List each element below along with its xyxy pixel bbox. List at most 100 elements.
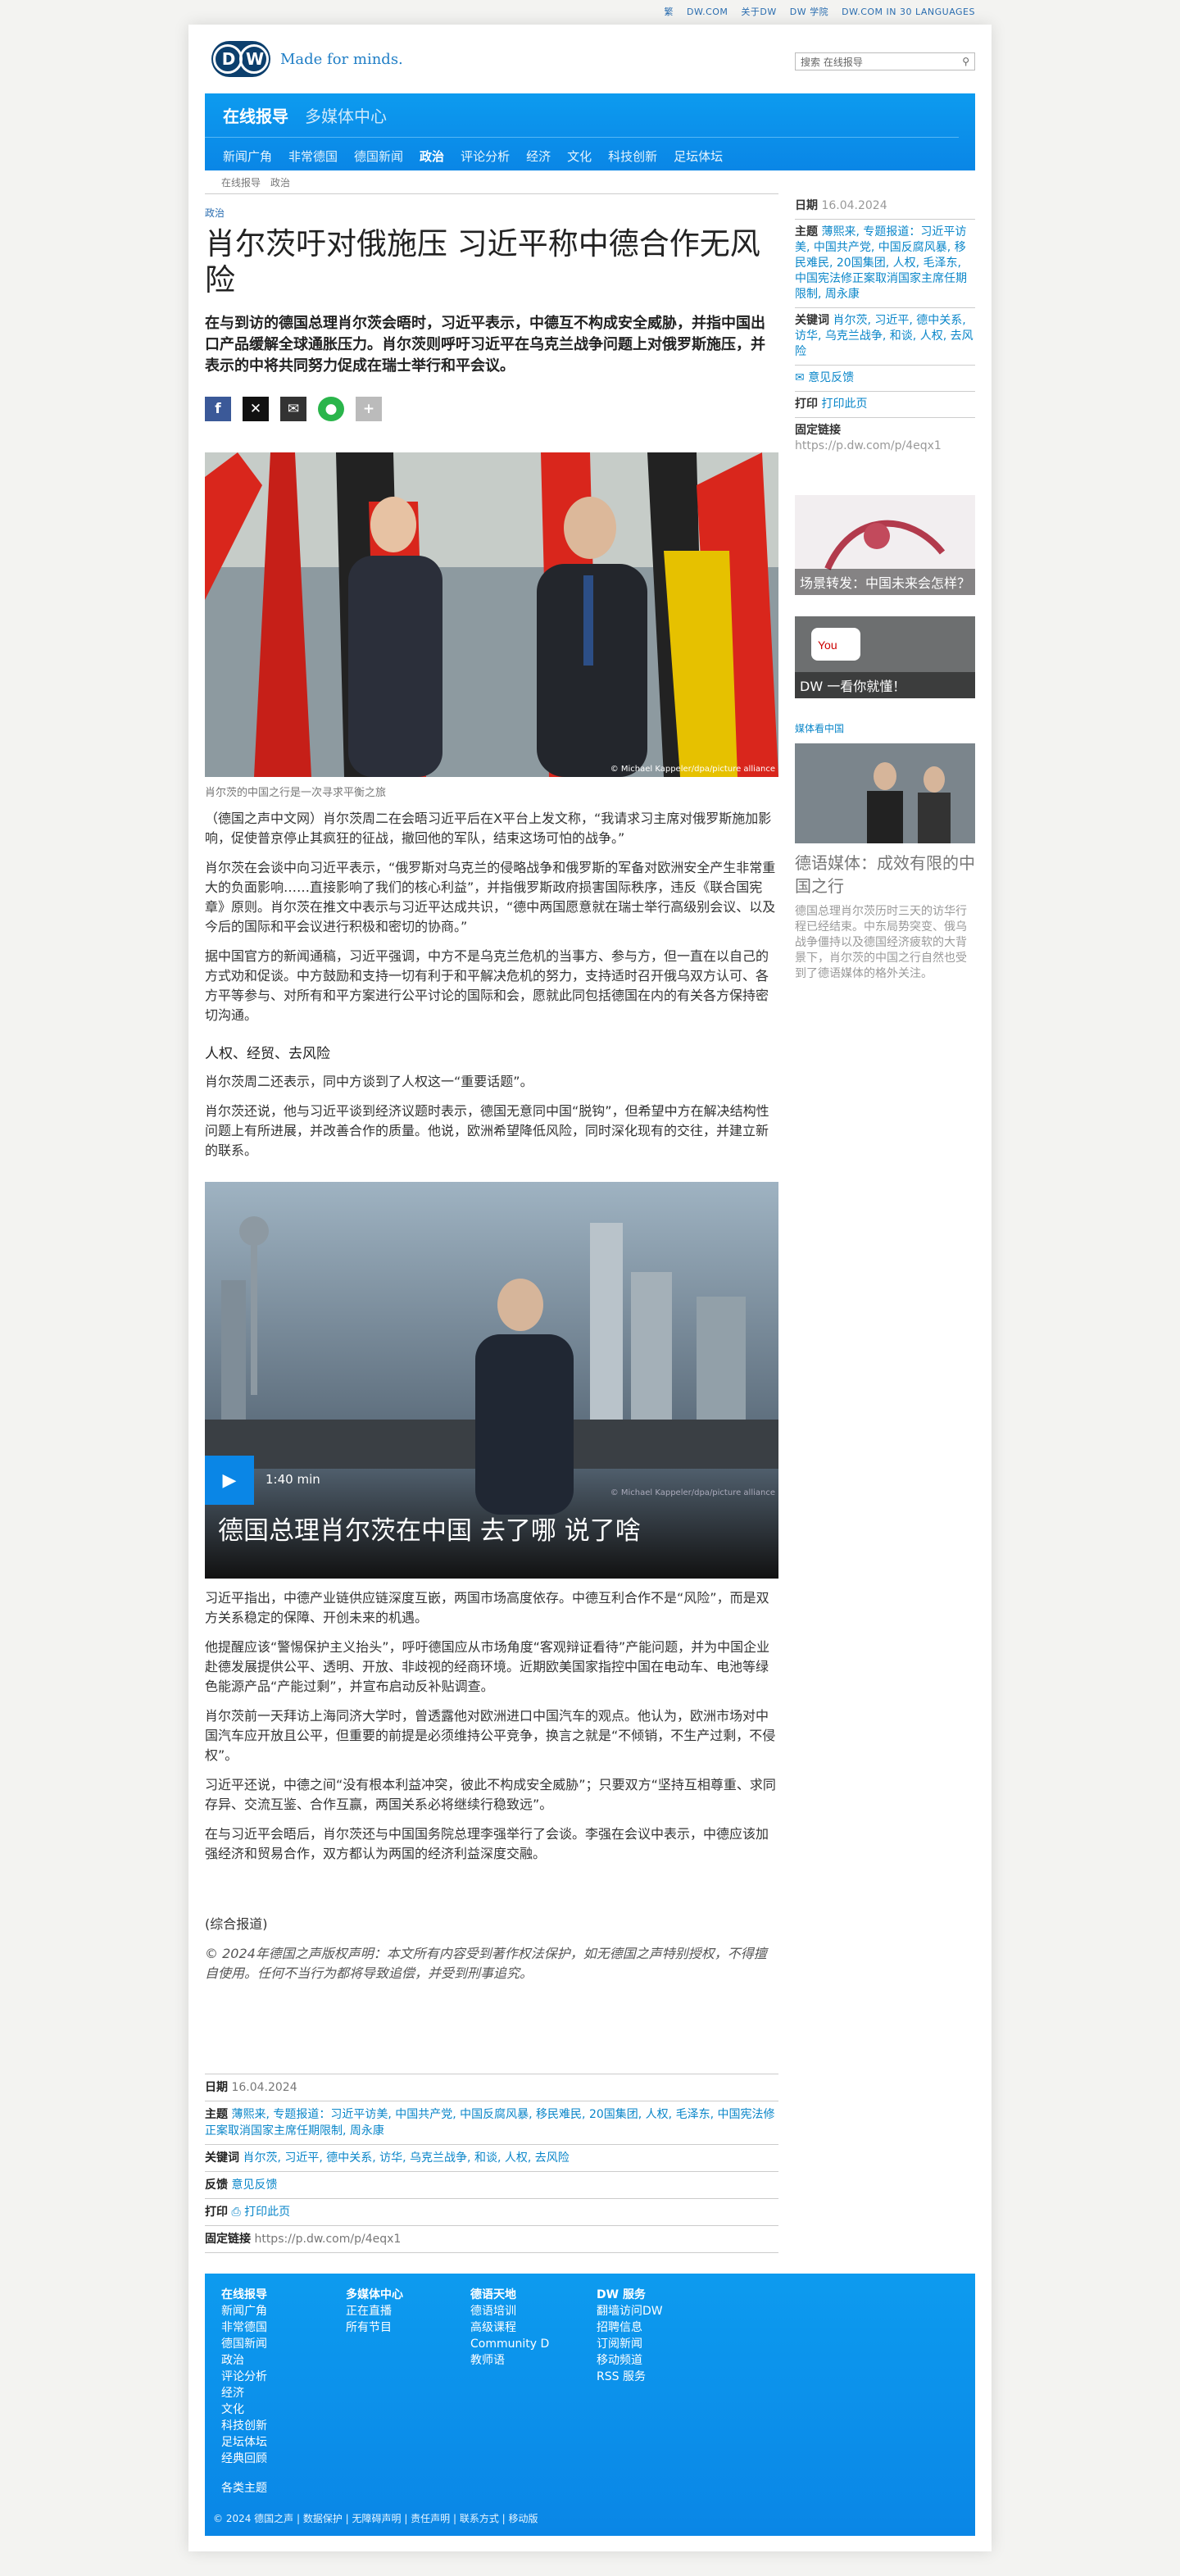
footer-link[interactable]: 新闻广角: [221, 2303, 267, 2319]
footer-link[interactable]: 非常德国: [221, 2319, 267, 2336]
nav-multimedia[interactable]: 多媒体中心: [305, 103, 387, 127]
article-kicker[interactable]: 政治: [205, 206, 778, 220]
sidebar-permalink[interactable]: https://p.dw.com/p/4eqx1: [795, 439, 942, 452]
paragraph: 肖尔茨还说，他与习近平谈到经济议题时表示，德国无意同中国“脱钩”，但希望中方在解…: [205, 1103, 769, 1158]
footer-link[interactable]: 文化: [221, 2401, 267, 2418]
dw-logo[interactable]: DW Made for minds.: [211, 41, 403, 77]
article-meta: 日期 16.04.2024 主题 薄熙来, 专题报道：习近平访美, 中国共产党,…: [205, 2074, 778, 2253]
paragraph: 肖尔茨前一天拜访上海同济大学时，曾透露他对欧洲进口中国汽车的观点。他认为，欧洲市…: [205, 1708, 776, 1763]
email-icon[interactable]: ✉: [280, 397, 306, 421]
footer-link[interactable]: 招聘信息: [597, 2319, 663, 2336]
more-share-icon[interactable]: +: [356, 397, 382, 421]
paragraph: 据中国官方的新闻通稿，习近平强调，中方不是乌克兰危机的当事方、参与方，但一直在以…: [205, 948, 769, 1023]
footer-link[interactable]: Community D: [470, 2336, 549, 2352]
paragraph: 肖尔茨周二还表示，同中方谈到了人权这一“重要话题”。: [205, 1074, 533, 1089]
promo-label: 场景转发：中国未来会怎样？: [795, 569, 975, 595]
footer-heading[interactable]: 多媒体中心: [346, 2287, 403, 2303]
facebook-icon[interactable]: f: [205, 397, 231, 421]
copyright-notice: © 2024年德国之声版权声明：本文所有内容受到著作权法保护，如无德国之声特别授…: [205, 1946, 767, 1981]
search-icon[interactable]: ⚲: [962, 56, 969, 67]
topbar-dwcom-link[interactable]: DW.COM: [687, 7, 728, 17]
sidebar-print-link[interactable]: 打印此页: [821, 398, 867, 411]
top-utility-bar: 繁 DW.COM 关于DW DW 学院 DW.COM IN 30 LANGUAG…: [665, 0, 976, 23]
footer-link[interactable]: 经济: [221, 2385, 267, 2401]
footer-link[interactable]: 正在直播: [346, 2303, 403, 2319]
search-placeholder: 搜索 在线报导: [801, 56, 863, 68]
footer-heading[interactable]: 在线报导: [221, 2287, 267, 2303]
page-container: DW Made for minds. 搜索 在线报导 ⚲ 在线报导 多媒体中心 …: [188, 25, 992, 2551]
footer-link[interactable]: 高级课程: [470, 2319, 549, 2336]
footer-link[interactable]: 所有节目: [346, 2319, 403, 2336]
footer-more-topics[interactable]: 各类主题: [221, 2480, 267, 2496]
footer-link[interactable]: 订阅新闻: [597, 2336, 663, 2352]
topbar-academy-link[interactable]: DW 学院: [790, 5, 828, 18]
footer-link[interactable]: 经典回顾: [221, 2451, 267, 2467]
nav-item-science[interactable]: 科技创新: [608, 148, 657, 165]
footer-link[interactable]: 政治: [221, 2352, 267, 2369]
breadcrumb: 在线报导 政治: [221, 175, 290, 189]
topbar-languages-link[interactable]: DW.COM IN 30 LANGUAGES: [842, 7, 975, 17]
sidebar-date: 16.04.2024: [821, 199, 887, 212]
article-title: 肖尔茨吁对俄施压 习近平称中德合作无风险: [205, 226, 760, 298]
nav-item-commentary[interactable]: 评论分析: [461, 148, 510, 165]
sidebar: 日期 16.04.2024 主题 薄熙来, 专题报道：习近平访美, 中国共产党,…: [795, 193, 975, 982]
site-footer: 在线报导 新闻广角 非常德国 德国新闻 政治 评论分析 经济 文化 科技创新 足…: [205, 2274, 975, 2536]
print-link[interactable]: 打印此页: [244, 2206, 290, 2219]
nav-item-sports[interactable]: 足坛体坛: [674, 148, 723, 165]
nav-item-germany[interactable]: 非常德国: [288, 148, 338, 165]
nav-item-culture[interactable]: 文化: [567, 148, 592, 165]
footer-link[interactable]: 评论分析: [221, 2369, 267, 2385]
footer-heading[interactable]: DW 服务: [597, 2287, 663, 2303]
permalink[interactable]: https://p.dw.com/p/4eqx1: [254, 2233, 401, 2246]
footer-link[interactable]: 德语培训: [470, 2303, 549, 2319]
footer-link[interactable]: 翻墙访问DW: [597, 2303, 663, 2319]
footer-copyright[interactable]: © 2024 德国之声 | 数据保护 | 无障碍声明 | 责任声明 | 联系方式…: [213, 2511, 538, 2525]
promo-thumb-youtube[interactable]: You DW 一看你就懂！: [795, 616, 975, 698]
keywords-links[interactable]: 肖尔茨, 习近平, 德中关系, 访华, 乌克兰战争, 和谈, 人权, 去风险: [243, 2151, 569, 2165]
nav-item-news[interactable]: 新闻广角: [223, 148, 272, 165]
article-lead: 在与到访的德国总理肖尔茨会晤时，习近平表示，中德互不构成安全威胁，并指中国出口产…: [205, 315, 765, 375]
topics-links[interactable]: 薄熙来, 专题报道：习近平访美, 中国共产党, 中国反腐风暴, 移民难民, 20…: [205, 2108, 774, 2138]
article: 政治 肖尔茨吁对俄施压 习近平称中德合作无风险 在与到访的德国总理肖尔茨会晤时，…: [205, 193, 778, 2253]
footer-col-multimedia: 多媒体中心 正在直播 所有节目: [346, 2287, 403, 2336]
footer-link[interactable]: 教师语: [470, 2352, 549, 2369]
footer-link[interactable]: 移动频道: [597, 2352, 663, 2369]
video-title[interactable]: 德国总理肖尔茨在中国 去了哪 说了啥: [218, 1510, 641, 1547]
footer-link[interactable]: 德国新闻: [221, 2336, 267, 2352]
sidebar-feedback-link[interactable]: 意见反馈: [808, 371, 854, 384]
video-duration: 1:40 min: [266, 1472, 320, 1487]
media-section-label[interactable]: 媒体看中国: [795, 721, 975, 735]
paragraph: （德国之声中文网）肖尔茨周二在会晤习近平后在X平台上发文称，“我请求习主席对俄罗…: [205, 811, 772, 846]
breadcrumb-item[interactable]: 政治: [270, 175, 290, 189]
sidebar-topics[interactable]: 薄熙来, 专题报道：习近平访美, 中国共产党, 中国反腐风暴, 移民难民, 20…: [795, 225, 967, 301]
footer-link[interactable]: 足坛体坛: [221, 2434, 267, 2451]
media-thumb[interactable]: [795, 743, 975, 843]
footer-heading[interactable]: 德语天地: [470, 2287, 549, 2303]
footer-col-services: DW 服务 翻墙访问DW 招聘信息 订阅新闻 移动频道 RSS 服务: [597, 2287, 663, 2385]
video-player[interactable]: ▶ 1:40 min 德国总理肖尔茨在中国 去了哪 说了啥 © Michael …: [205, 1182, 778, 1579]
topbar-about-link[interactable]: 关于DW: [741, 5, 776, 18]
breadcrumb-item[interactable]: 在线报导: [221, 175, 261, 189]
nav-item-economy[interactable]: 经济: [526, 148, 551, 165]
nav-online-reports[interactable]: 在线报导: [223, 103, 288, 127]
video-credit: © Michael Kappeler/dpa/picture alliance: [610, 1488, 775, 1497]
footer-link[interactable]: 科技创新: [221, 2418, 267, 2434]
article-date: 16.04.2024: [231, 2081, 297, 2094]
share-bar: f ✕ ✉ ● +: [205, 397, 778, 421]
topbar-traditional-link[interactable]: 繁: [665, 5, 674, 18]
x-icon[interactable]: ✕: [243, 397, 269, 421]
dw-logo-mark: DW: [211, 41, 270, 77]
promo-thumb-future[interactable]: 场景转发：中国未来会怎样？: [795, 495, 975, 595]
play-button[interactable]: ▶: [205, 1456, 254, 1505]
feedback-link[interactable]: 意见反馈: [231, 2178, 277, 2192]
logo-tagline: Made for minds.: [280, 50, 403, 68]
footer-col-reports: 在线报导 新闻广角 非常德国 德国新闻 政治 评论分析 经济 文化 科技创新 足…: [221, 2287, 267, 2496]
hero-image: © Michael Kappeler/dpa/picture alliance: [205, 452, 778, 777]
nav-item-politics[interactable]: 政治: [420, 148, 444, 165]
sidebar-meta: 日期 16.04.2024 主题 薄熙来, 专题报道：习近平访美, 中国共产党,…: [795, 193, 975, 459]
line-icon[interactable]: ●: [318, 397, 344, 421]
footer-link[interactable]: RSS 服务: [597, 2369, 663, 2385]
search-input[interactable]: 搜索 在线报导 ⚲: [795, 52, 975, 70]
nav-item-germany-news[interactable]: 德国新闻: [354, 148, 403, 165]
media-article-title[interactable]: 德语媒体：成效有限的中国之行: [795, 852, 975, 897]
